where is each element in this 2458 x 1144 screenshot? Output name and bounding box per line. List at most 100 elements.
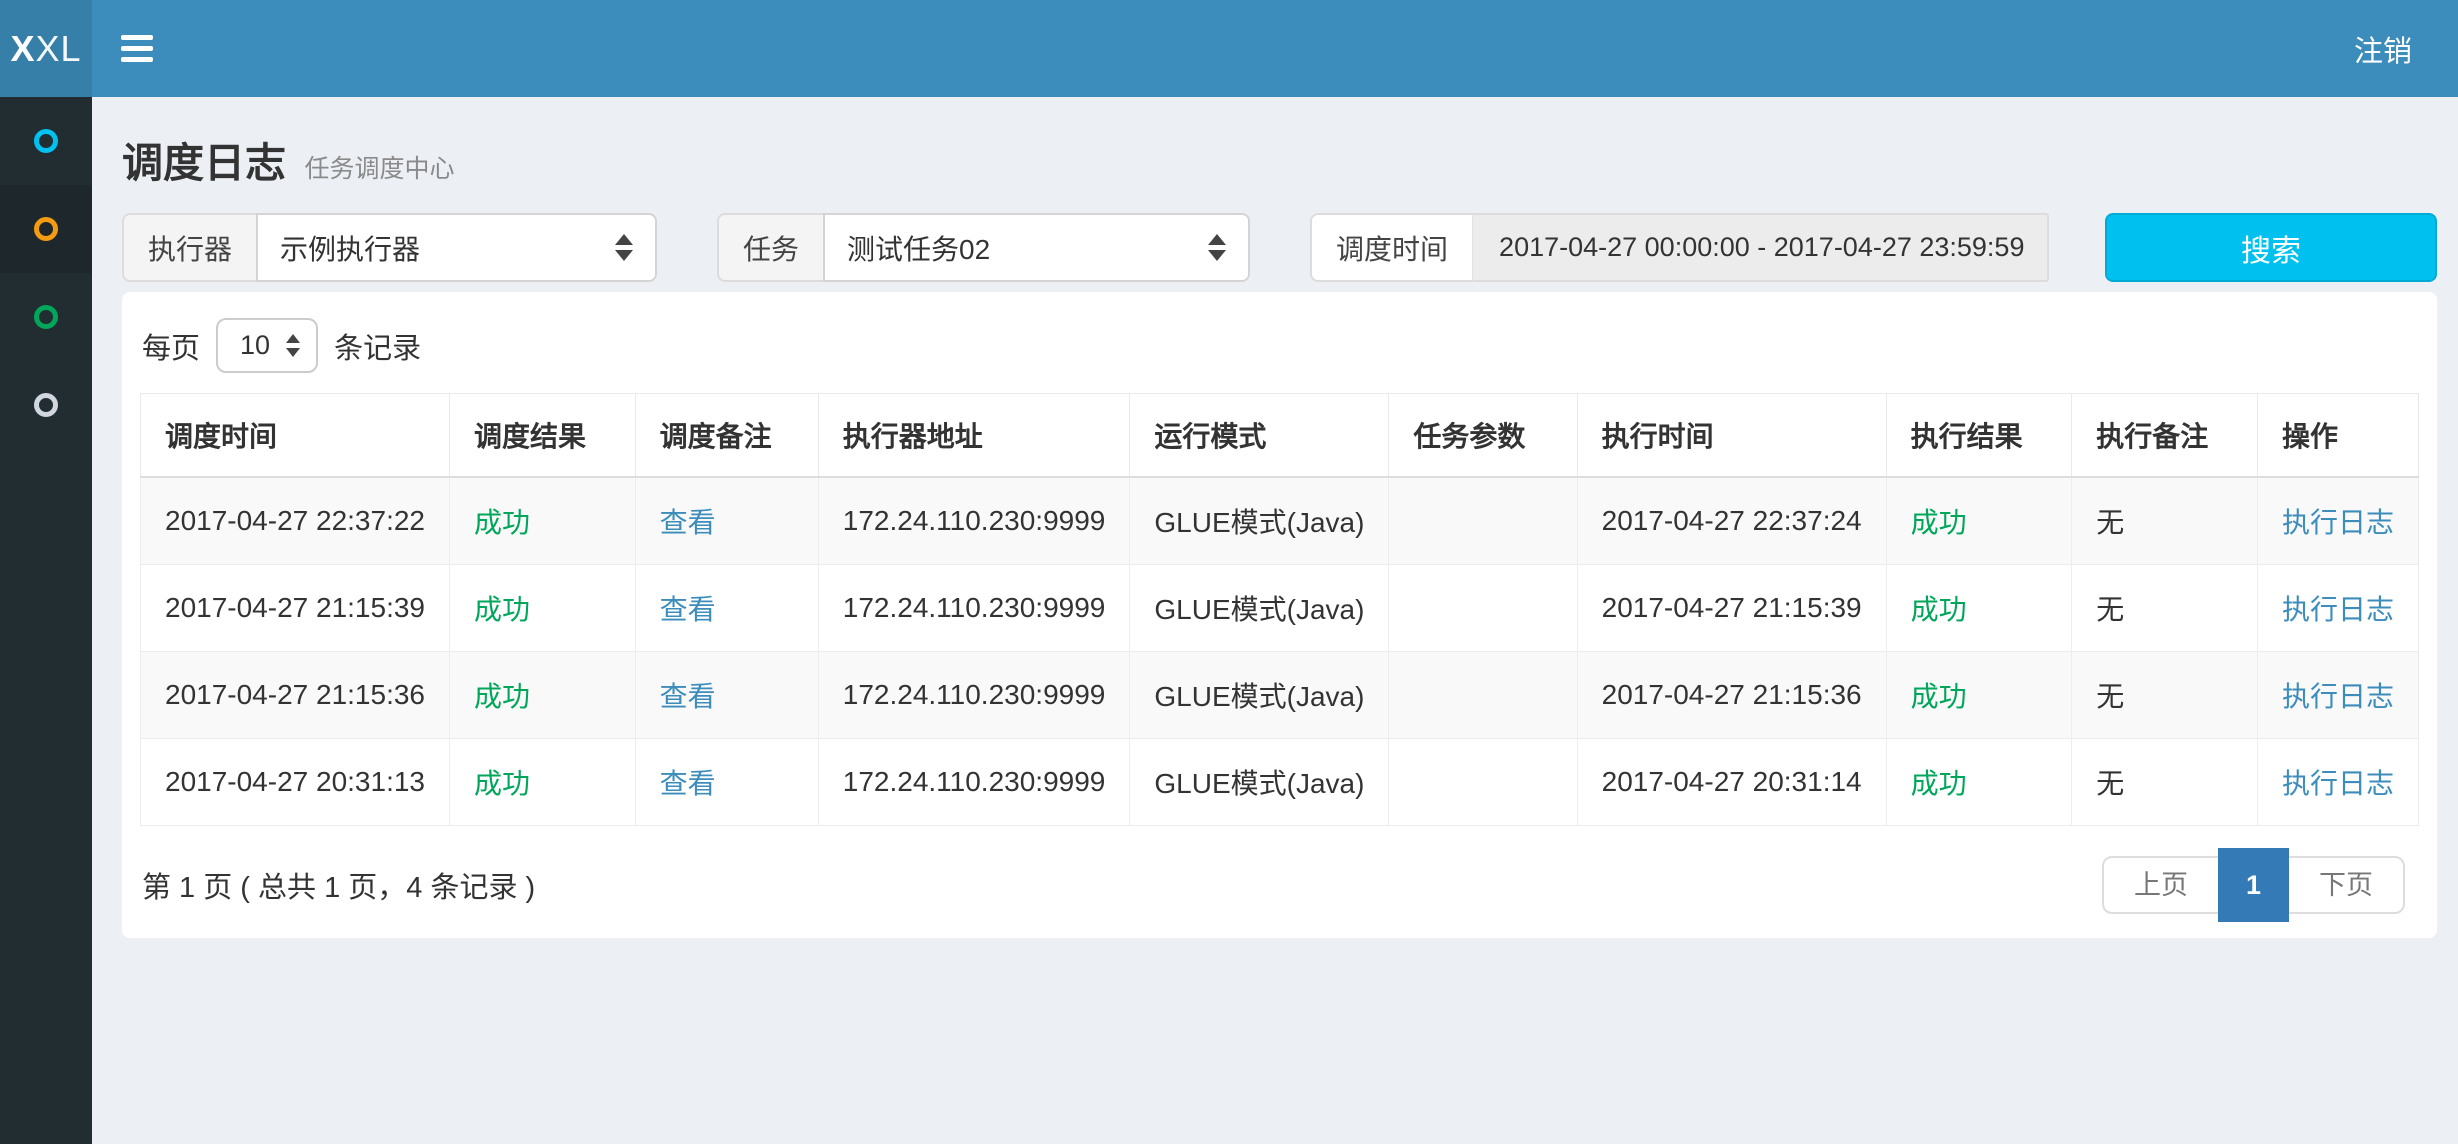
cell-run-mode: GLUE模式(Java)	[1130, 565, 1389, 652]
cell-exec-remark: 无	[2072, 739, 2258, 826]
page-subtitle: 任务调度中心	[304, 155, 454, 183]
cell-run-mode: GLUE模式(Java)	[1130, 477, 1389, 565]
cell-dispatch-result: 成功	[450, 565, 636, 652]
cell-executor-address: 172.24.110.230:9999	[818, 739, 1130, 826]
cell-exec-time: 2017-04-27 21:15:36	[1577, 652, 1886, 739]
cell-job-param	[1389, 652, 1577, 739]
pagination-row: 第 1 页 ( 总共 1 页，4 条记录 ) 上页 1 下页	[140, 856, 2419, 914]
circle-outline-icon	[34, 393, 58, 417]
column-header: 运行模式	[1130, 394, 1389, 478]
hamburger-icon	[121, 35, 153, 40]
cell-exec-time: 2017-04-27 21:15:39	[1577, 565, 1886, 652]
cell-dispatch-remark: 查看	[635, 477, 818, 565]
cell-exec-result: 成功	[1886, 652, 2072, 739]
sidebar-toggle-button[interactable]	[92, 0, 182, 97]
exec-log-link[interactable]: 执行日志	[2282, 507, 2394, 538]
cell-dispatch-result: 成功	[450, 739, 636, 826]
table-row: 2017-04-27 21:15:36 成功 查看 172.24.110.230…	[141, 652, 2419, 739]
log-panel: 每页 10 条记录 调度时间调度结果调度备注执行器地址运行模式任务参数执行时间执…	[122, 292, 2437, 938]
cell-action: 执行日志	[2257, 565, 2418, 652]
cell-job-param	[1389, 477, 1577, 565]
view-remark-link[interactable]: 查看	[660, 507, 716, 538]
page-size-select[interactable]: 10	[216, 318, 318, 373]
job-select[interactable]: 测试任务02	[823, 213, 1250, 282]
sidebar-item-menu-1[interactable]	[0, 97, 92, 185]
cell-dispatch-result: 成功	[450, 652, 636, 739]
column-header: 任务参数	[1389, 394, 1577, 478]
page-size-value: 10	[240, 330, 270, 361]
cell-dispatch-result: 成功	[450, 477, 636, 565]
page-size-suffix: 条记录	[334, 325, 421, 367]
executor-select[interactable]: 示例执行器	[256, 213, 657, 282]
cell-executor-address: 172.24.110.230:9999	[818, 652, 1130, 739]
view-remark-link[interactable]: 查看	[660, 594, 716, 625]
cell-dispatch-remark: 查看	[635, 565, 818, 652]
cell-dispatch-remark: 查看	[635, 739, 818, 826]
view-remark-link[interactable]: 查看	[660, 681, 716, 712]
cell-dispatch-time: 2017-04-27 21:15:39	[141, 565, 450, 652]
prev-page-button[interactable]: 上页	[2104, 858, 2218, 912]
next-page-button[interactable]: 下页	[2289, 858, 2403, 912]
search-button[interactable]: 搜索	[2105, 213, 2437, 282]
current-page-button[interactable]: 1	[2218, 848, 2289, 922]
pager: 上页 1 下页	[2102, 856, 2405, 914]
app-logo[interactable]: XXL	[0, 0, 92, 97]
logout-link[interactable]: 注销	[2308, 0, 2458, 97]
view-remark-link[interactable]: 查看	[660, 768, 716, 799]
column-header: 调度结果	[450, 394, 636, 478]
cell-action: 执行日志	[2257, 477, 2418, 565]
sidebar-item-menu-2[interactable]	[0, 185, 92, 273]
executor-filter-group: 执行器 示例执行器	[122, 213, 657, 282]
job-select-value: 测试任务02	[847, 228, 990, 268]
column-header: 执行器地址	[818, 394, 1130, 478]
select-arrows-icon	[1208, 234, 1226, 261]
cell-action: 执行日志	[2257, 652, 2418, 739]
cell-exec-time: 2017-04-27 22:37:24	[1577, 477, 1886, 565]
time-range-input[interactable]: 2017-04-27 00:00:00 - 2017-04-27 23:59:5…	[1472, 213, 2049, 282]
exec-log-link[interactable]: 执行日志	[2282, 681, 2394, 712]
column-header: 执行时间	[1577, 394, 1886, 478]
exec-log-link[interactable]: 执行日志	[2282, 768, 2394, 799]
pagination-summary: 第 1 页 ( 总共 1 页，4 条记录 )	[142, 864, 535, 906]
select-arrows-icon	[615, 234, 633, 261]
job-filter-label: 任务	[717, 213, 823, 282]
cell-exec-result: 成功	[1886, 565, 2072, 652]
page-size-prefix: 每页	[142, 325, 200, 367]
executor-select-value: 示例执行器	[280, 228, 420, 268]
cell-run-mode: GLUE模式(Java)	[1130, 739, 1389, 826]
sidebar-item-menu-3[interactable]	[0, 273, 92, 361]
page-header: 调度日志 任务调度中心	[122, 97, 2437, 213]
exec-log-link[interactable]: 执行日志	[2282, 594, 2394, 625]
cell-exec-time: 2017-04-27 20:31:14	[1577, 739, 1886, 826]
executor-filter-label: 执行器	[122, 213, 256, 282]
table-row: 2017-04-27 20:31:13 成功 查看 172.24.110.230…	[141, 739, 2419, 826]
log-table-body: 2017-04-27 22:37:22 成功 查看 172.24.110.230…	[141, 477, 2419, 826]
table-row: 2017-04-27 22:37:22 成功 查看 172.24.110.230…	[141, 477, 2419, 565]
sidebar-item-menu-4[interactable]	[0, 361, 92, 449]
cell-executor-address: 172.24.110.230:9999	[818, 477, 1130, 565]
content-area: 调度日志 任务调度中心 执行器 示例执行器 任务 测试任务02 调度时间	[92, 97, 2458, 1144]
cell-dispatch-time: 2017-04-27 21:15:36	[141, 652, 450, 739]
table-header-row: 调度时间调度结果调度备注执行器地址运行模式任务参数执行时间执行结果执行备注操作	[141, 394, 2419, 478]
cell-exec-remark: 无	[2072, 565, 2258, 652]
time-filter-label: 调度时间	[1310, 213, 1472, 282]
log-table: 调度时间调度结果调度备注执行器地址运行模式任务参数执行时间执行结果执行备注操作 …	[140, 393, 2419, 826]
top-navbar: XXL 注销	[0, 0, 2458, 97]
cell-job-param	[1389, 739, 1577, 826]
time-filter-group: 调度时间 2017-04-27 00:00:00 - 2017-04-27 23…	[1310, 213, 2049, 282]
page-size-row: 每页 10 条记录	[142, 318, 2419, 373]
cell-job-param	[1389, 565, 1577, 652]
cell-dispatch-remark: 查看	[635, 652, 818, 739]
sidebar	[0, 97, 92, 1144]
cell-dispatch-time: 2017-04-27 22:37:22	[141, 477, 450, 565]
filter-bar: 执行器 示例执行器 任务 测试任务02 调度时间 2017-04-27 00:0…	[122, 213, 2437, 282]
cell-exec-result: 成功	[1886, 739, 2072, 826]
main-layout: 调度日志 任务调度中心 执行器 示例执行器 任务 测试任务02 调度时间	[0, 97, 2458, 1144]
column-header: 调度备注	[635, 394, 818, 478]
cell-dispatch-time: 2017-04-27 20:31:13	[141, 739, 450, 826]
cell-exec-result: 成功	[1886, 477, 2072, 565]
cell-run-mode: GLUE模式(Java)	[1130, 652, 1389, 739]
column-header: 调度时间	[141, 394, 450, 478]
cell-action: 执行日志	[2257, 739, 2418, 826]
circle-outline-icon	[34, 129, 58, 153]
